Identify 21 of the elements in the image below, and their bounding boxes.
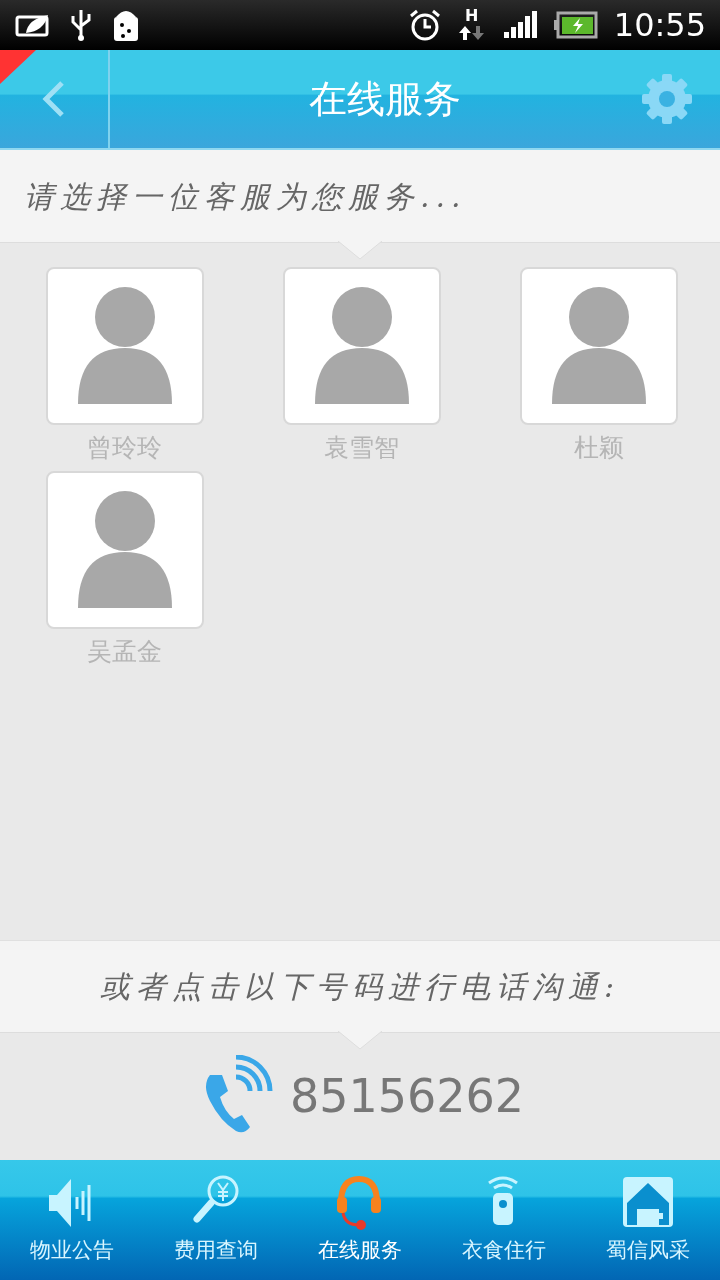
phone-number-link[interactable]: 85156262 bbox=[289, 1062, 525, 1131]
nav-tab[interactable]: 蜀信风采 bbox=[576, 1160, 720, 1280]
data-arrows-icon bbox=[457, 24, 486, 42]
agent-avatar[interactable] bbox=[45, 470, 204, 629]
agent-avatar[interactable] bbox=[519, 267, 678, 425]
clock: 10:55 bbox=[613, 5, 706, 46]
alarm-icon bbox=[407, 8, 442, 42]
nav-tab[interactable]: 费用查询 bbox=[144, 1160, 288, 1280]
network-type-label: H bbox=[465, 8, 479, 24]
nav-tab[interactable]: 衣食住行 bbox=[432, 1160, 576, 1280]
phone-prompt-text: 或者点击以下号码进行电话沟通: bbox=[99, 968, 621, 1006]
settings-icon[interactable] bbox=[640, 72, 694, 126]
corner-ribbon bbox=[0, 50, 36, 84]
header-title: 在线服务 bbox=[308, 75, 462, 123]
battery-icon bbox=[553, 11, 598, 39]
agent-avatar[interactable] bbox=[282, 267, 441, 425]
prompt-text: 请选择一位客服为您服务... bbox=[23, 177, 467, 216]
nav-tab[interactable]: 在线服务 bbox=[288, 1160, 432, 1280]
nav-tab[interactable]: 物业公告 bbox=[0, 1160, 144, 1280]
agent-avatar[interactable] bbox=[45, 267, 204, 425]
signal-icon bbox=[501, 10, 538, 40]
